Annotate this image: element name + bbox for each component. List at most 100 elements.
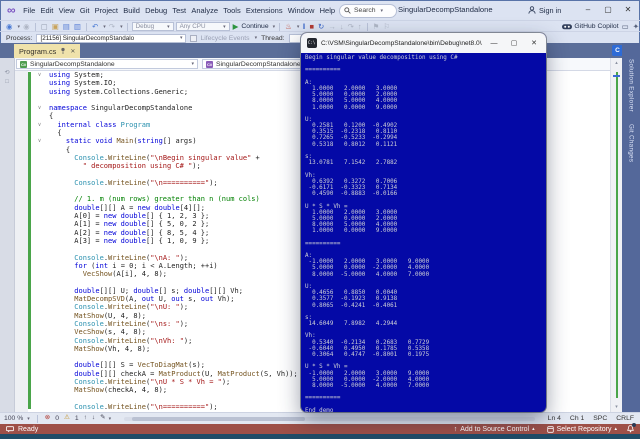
fold-marker-icon[interactable]: ∨: [34, 137, 45, 145]
tab-program-cs[interactable]: Program.cs ✕: [14, 44, 81, 58]
step-out-icon[interactable]: ↑: [357, 23, 363, 31]
menu-analyze[interactable]: Analyze: [189, 6, 221, 15]
search-box[interactable]: Search ▾: [339, 3, 397, 18]
code-text: double[][] U; double[] s; double[][] Vh;: [74, 286, 243, 295]
sign-in-button[interactable]: Sign in: [528, 0, 561, 20]
add-source-caret-icon: ▴: [532, 426, 535, 432]
menu-project[interactable]: Project: [92, 6, 121, 15]
code-text: VecShow(s, 4, 8);: [74, 328, 146, 337]
menu-debug[interactable]: Debug: [142, 6, 169, 15]
solution-platforms-dropdown[interactable]: Any CPU ▾: [175, 22, 230, 31]
code-text: {: [49, 112, 54, 121]
previous-issue-icon[interactable]: ↑: [84, 415, 87, 422]
code-text: Console.WriteLine("\nVh: ");: [74, 336, 193, 345]
fold-marker-icon[interactable]: ∨: [34, 104, 45, 112]
editor-horizontal-scrollbar[interactable]: [124, 416, 535, 421]
project-dropdown[interactable]: C# SingularDecompStandalone ▾: [16, 59, 198, 69]
menu-git[interactable]: Git: [77, 6, 92, 15]
copilot-badge-icon[interactable]: ✦: [632, 23, 640, 31]
menu-help[interactable]: Help: [317, 6, 338, 15]
code-text: // 1. m (num rows) greater than n (num c…: [49, 195, 260, 204]
close-button[interactable]: ✕: [618, 0, 638, 20]
show-next-statement-icon[interactable]: →: [327, 23, 337, 31]
open-folder-icon[interactable]: ▣: [51, 23, 60, 31]
break-all-icon[interactable]: ‖: [301, 23, 306, 31]
indent-mode[interactable]: SPC: [593, 415, 607, 422]
window-bottom-edge: [0, 434, 640, 439]
feedback-icon[interactable]: [6, 425, 14, 433]
hot-reload-icon[interactable]: ♨: [284, 23, 293, 31]
tab-close-icon[interactable]: ✕: [70, 48, 75, 55]
menu-view[interactable]: View: [56, 6, 77, 15]
new-file-icon[interactable]: ▢: [40, 23, 49, 31]
editor-vertical-scrollbar[interactable]: ▴ ▾: [610, 58, 622, 412]
undo-icon[interactable]: ↶: [91, 23, 99, 31]
column-number: Ch 1: [569, 415, 585, 422]
select-repository-button[interactable]: Select Repository ▴: [546, 426, 617, 433]
warnings-icon[interactable]: ⚠: [64, 415, 70, 422]
navigate-forward-icon[interactable]: ◉: [22, 23, 31, 31]
bookmark-icon[interactable]: ⚑: [372, 23, 381, 31]
github-copilot-button[interactable]: GitHub Copilot: [562, 23, 619, 30]
zoom-dropdown[interactable]: 100 % ▾: [4, 415, 30, 422]
console-window: C:\ C:\VSM\SingularDecompStandalone\bin\…: [301, 33, 546, 412]
maximize-button[interactable]: ▢: [598, 0, 618, 20]
quick-actions-icon[interactable]: □: [5, 79, 9, 85]
console-close-button[interactable]: ✕: [526, 39, 542, 47]
scrollbar-thumb[interactable]: [132, 416, 305, 421]
errors-icon[interactable]: ⊗: [45, 415, 50, 422]
pin-icon[interactable]: [60, 47, 66, 55]
solution-configurations-dropdown[interactable]: Debug ▾: [131, 22, 174, 31]
side-tab-git-changes[interactable]: Git Changes: [628, 124, 635, 162]
lifecycle-checkbox[interactable]: [190, 34, 198, 42]
menu-extensions[interactable]: Extensions: [243, 6, 285, 15]
code-text: A[1] = new double[] { 5, 0, 2 };: [49, 220, 210, 229]
menu-test[interactable]: Test: [170, 6, 189, 15]
notifications-bell-button[interactable]: [627, 423, 636, 433]
scroll-up-icon[interactable]: ▴: [611, 60, 622, 66]
add-to-source-control-button[interactable]: ↑ Add to Source Control ▴: [454, 426, 535, 433]
line-ending[interactable]: CRLF: [616, 415, 634, 422]
restart-icon[interactable]: ↻: [317, 23, 325, 31]
solution-platforms-dropdown-value: Any CPU: [179, 23, 206, 30]
console-maximize-button[interactable]: ▢: [506, 39, 522, 47]
console-minimize-button[interactable]: —: [486, 40, 502, 47]
lifecycle-events-dropdown[interactable]: Lifecycle Events ▾: [190, 34, 257, 42]
search-caret-icon: ▾: [380, 7, 384, 14]
solution-name: SingularDecompStandalone: [398, 5, 493, 14]
menu-file[interactable]: File: [21, 6, 38, 15]
copilot-chat-icon[interactable]: ▭: [621, 23, 630, 31]
continue-button[interactable]: ▶ Continue ▾: [232, 23, 276, 31]
save-all-icon[interactable]: ▥: [73, 23, 82, 31]
toolbar-separator: [85, 22, 87, 31]
save-icon[interactable]: ▤: [62, 23, 71, 31]
redo-icon[interactable]: ↷: [108, 23, 116, 31]
previous-bookmark-icon[interactable]: ⚐: [382, 23, 391, 31]
code-text: using System.Collections.Generic;: [49, 87, 189, 96]
stop-icon[interactable]: ■: [308, 23, 315, 31]
navigate-backward-icon-caret-icon: ▾: [17, 23, 21, 30]
process-value: [21156] SingularDecompStandalo: [40, 34, 135, 42]
project-dropdown-value: SingularDecompStandalone: [30, 60, 115, 68]
menu-edit[interactable]: Edit: [38, 6, 56, 15]
menu-tools[interactable]: Tools: [221, 6, 244, 15]
code-text: double[][] S = VecToDiagMat(s);: [74, 361, 205, 370]
console-title-bar[interactable]: C:\ C:\VSM\SingularDecompStandalone\bin\…: [301, 33, 546, 53]
menu-window[interactable]: Window: [285, 6, 317, 15]
step-over-icon[interactable]: ↷: [347, 23, 355, 31]
step-into-icon[interactable]: ↓: [339, 23, 345, 31]
minimize-button[interactable]: –: [578, 0, 598, 20]
fold-marker-icon[interactable]: ∨: [34, 121, 45, 129]
process-dropdown[interactable]: [21156] SingularDecompStandalo ▾: [36, 33, 187, 43]
fold-marker-icon[interactable]: ∨: [34, 71, 45, 79]
next-issue-icon[interactable]: ↓: [92, 415, 95, 422]
code-cleanup-icon[interactable]: ⟲: [4, 70, 9, 76]
csharp-file-icon: C#: [206, 60, 213, 68]
scroll-down-icon[interactable]: ▾: [611, 404, 622, 410]
navigate-backward-icon[interactable]: ◉: [5, 23, 14, 31]
process-caret-icon: ▾: [179, 35, 183, 41]
code-fix-dropdown[interactable]: ✎ ▾: [100, 415, 111, 422]
code-text: {: [49, 145, 71, 154]
menu-build[interactable]: Build: [121, 6, 143, 15]
side-tab-solution-explorer[interactable]: Solution Explorer: [628, 59, 635, 112]
